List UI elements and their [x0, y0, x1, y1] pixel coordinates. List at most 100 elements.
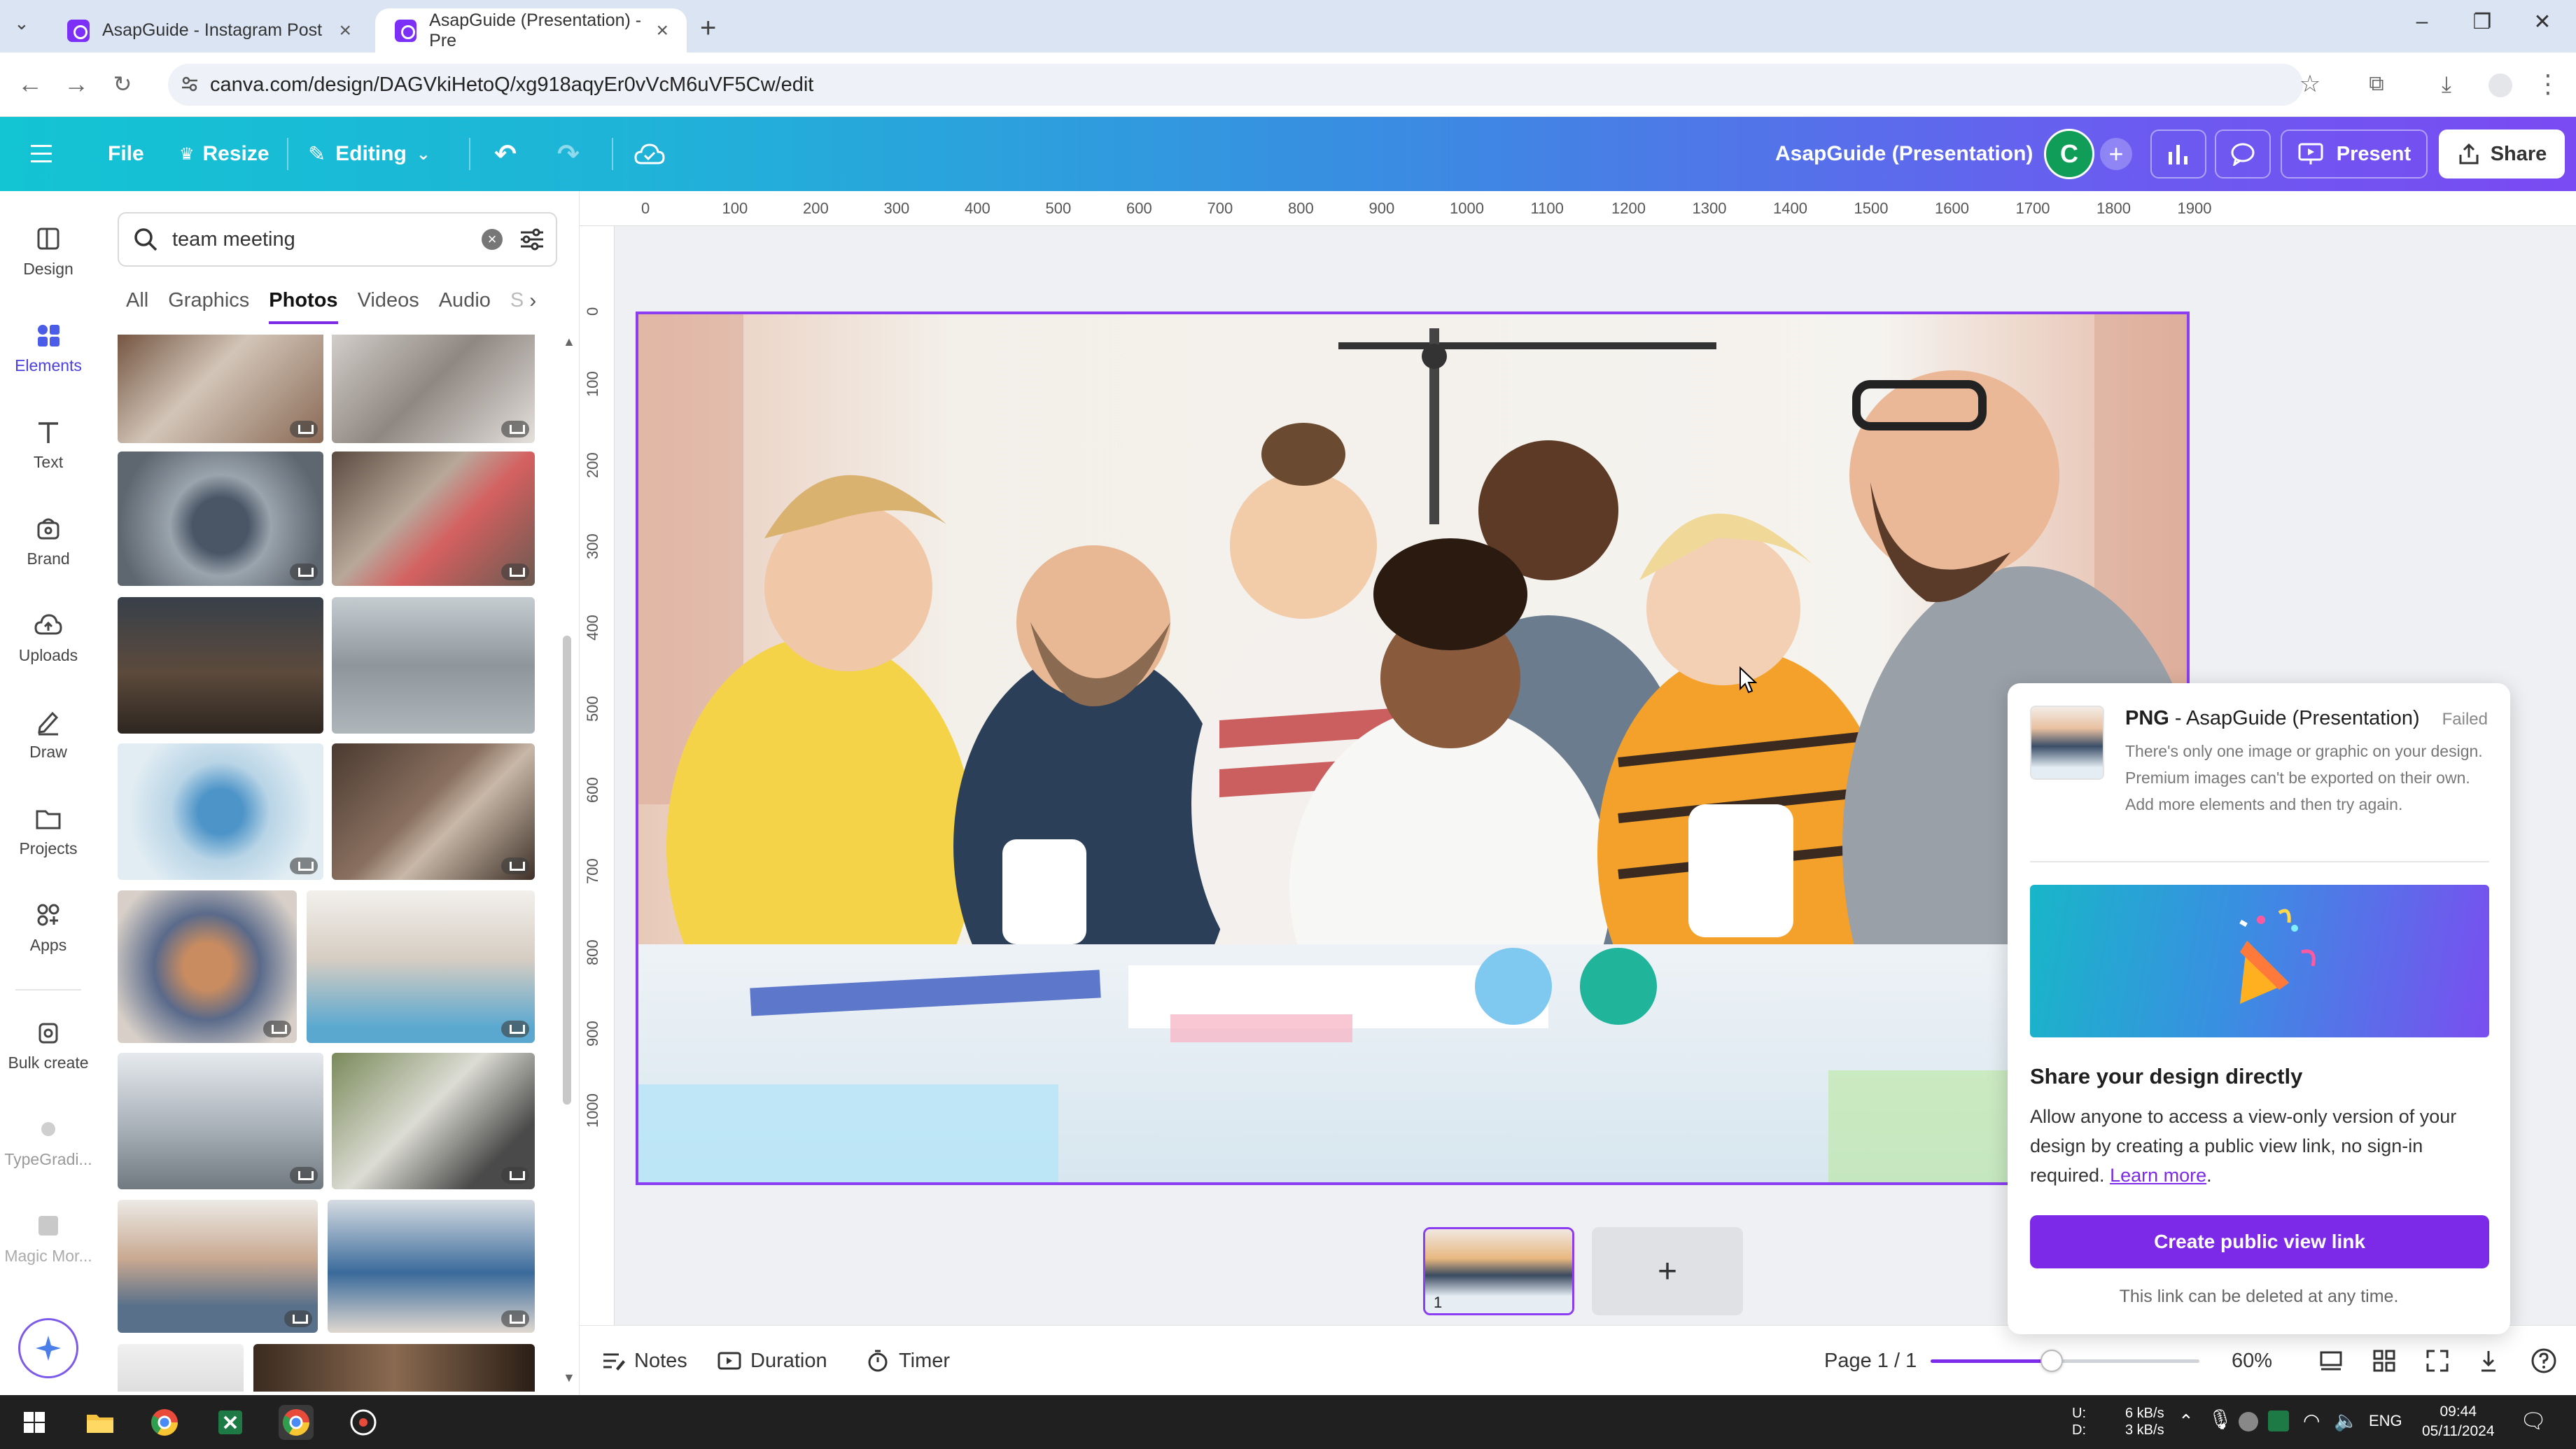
- editing-mode-button[interactable]: ✎ Editing ⌄: [308, 117, 430, 191]
- scroll-down-icon[interactable]: ▼: [563, 1371, 575, 1385]
- photo-result[interactable]: [332, 335, 535, 443]
- main-menu-icon[interactable]: [31, 117, 56, 191]
- sidebar-item-draw[interactable]: Draw: [0, 706, 97, 762]
- zoom-level[interactable]: 60%: [2232, 1326, 2272, 1396]
- language-indicator[interactable]: ENG: [2369, 1412, 2402, 1430]
- sidebar-item-brand[interactable]: Brand: [0, 513, 97, 568]
- photo-result[interactable]: [307, 890, 535, 1043]
- photo-result[interactable]: [118, 597, 323, 734]
- resize-button[interactable]: ♛ Resize: [179, 117, 270, 191]
- site-settings-icon[interactable]: [181, 75, 199, 93]
- clear-search-icon[interactable]: ×: [482, 229, 503, 250]
- zoom-slider[interactable]: [1931, 1350, 2199, 1372]
- file-menu-button[interactable]: File: [108, 117, 144, 191]
- download-icon[interactable]: ⤓: [2429, 66, 2464, 102]
- photo-result[interactable]: [118, 451, 323, 586]
- notes-button[interactable]: Notes: [601, 1326, 687, 1396]
- cloud-saved-icon[interactable]: [634, 117, 665, 191]
- document-title[interactable]: AsapGuide (Presentation): [1775, 117, 2033, 191]
- restore-icon[interactable]: ❐: [2461, 10, 2503, 34]
- invite-plus-icon[interactable]: +: [2100, 138, 2132, 170]
- chrome-icon[interactable]: [147, 1405, 182, 1440]
- close-window-icon[interactable]: ✕: [2521, 10, 2563, 34]
- sidebar-item-uploads[interactable]: Uploads: [0, 610, 97, 665]
- profile-avatar[interactable]: [2488, 74, 2512, 97]
- page-indicator[interactable]: Page 1 / 1: [1824, 1326, 1917, 1396]
- close-tab-icon[interactable]: ×: [339, 19, 351, 43]
- photo-result[interactable]: [118, 743, 323, 880]
- photo-result[interactable]: [118, 1200, 318, 1333]
- sidebar-item-design[interactable]: Design: [0, 223, 97, 279]
- browser-tab-presentation[interactable]: AsapGuide (Presentation) - Pre ×: [375, 8, 687, 52]
- chrome-active-icon[interactable]: [279, 1405, 314, 1440]
- photo-result[interactable]: [332, 743, 535, 880]
- sidebar-item-apps[interactable]: Apps: [0, 899, 97, 955]
- search-input[interactable]: team meeting: [172, 228, 482, 251]
- scrollbar-thumb[interactable]: [563, 636, 571, 1105]
- photo-result[interactable]: [118, 335, 323, 443]
- sidebar-item-elements[interactable]: Elements: [0, 320, 97, 375]
- add-page-button[interactable]: +: [1592, 1227, 1743, 1315]
- file-explorer-icon[interactable]: [83, 1405, 118, 1440]
- sidebar-item-typegradient[interactable]: TypeGradi...: [0, 1114, 97, 1169]
- zoom-slider-handle[interactable]: [2040, 1350, 2063, 1372]
- design-page[interactable]: [636, 312, 2190, 1185]
- sidebar-item-bulk-create[interactable]: Bulk create: [0, 1017, 97, 1072]
- search-box[interactable]: team meeting ×: [118, 212, 557, 267]
- chevron-right-icon[interactable]: ›: [529, 289, 536, 324]
- team-meeting-photo[interactable]: [638, 314, 2190, 1185]
- tray-excel-icon[interactable]: [2268, 1410, 2289, 1432]
- grid-view-icon[interactable]: [2372, 1326, 2397, 1396]
- photo-result[interactable]: [253, 1344, 535, 1392]
- photo-result[interactable]: [332, 597, 535, 734]
- help-icon[interactable]: [2530, 1326, 2558, 1396]
- magic-assistant-button[interactable]: [18, 1318, 78, 1378]
- url-field[interactable]: canva.com/design/DAGVkiHetoQ/xg918aqyEr0…: [168, 64, 2303, 106]
- create-public-view-link-button[interactable]: Create public view link: [2030, 1215, 2489, 1268]
- excel-icon[interactable]: [213, 1405, 248, 1440]
- photo-result[interactable]: [332, 1053, 535, 1189]
- photo-result[interactable]: [118, 1053, 323, 1189]
- tab-all[interactable]: All: [126, 289, 148, 324]
- timer-button[interactable]: Timer: [865, 1326, 950, 1396]
- sidebar-item-magic-morph[interactable]: Magic Mor...: [0, 1210, 97, 1266]
- photo-result[interactable]: [118, 890, 297, 1043]
- wifi-icon[interactable]: ◠: [2303, 1409, 2320, 1432]
- tray-app-icon[interactable]: [2239, 1412, 2258, 1432]
- extensions-icon[interactable]: ⧉: [2359, 66, 2394, 102]
- browser-menu-icon[interactable]: ⋮: [2530, 66, 2566, 102]
- scroll-up-icon[interactable]: ▲: [563, 335, 575, 349]
- sidebar-item-projects[interactable]: Projects: [0, 803, 97, 858]
- tab-photos[interactable]: Photos: [269, 289, 338, 324]
- collapse-down-icon[interactable]: [2478, 1326, 2499, 1396]
- reload-icon[interactable]: ↻: [105, 66, 140, 102]
- page-thumbnail[interactable]: 1: [1423, 1227, 1574, 1315]
- notifications-icon[interactable]: 🗨: [2520, 1409, 2547, 1434]
- close-tab-icon[interactable]: ×: [656, 19, 668, 43]
- clock[interactable]: 09:44 05/11/2024: [2422, 1402, 2495, 1441]
- photo-result[interactable]: [328, 1200, 535, 1333]
- present-button[interactable]: Present: [2281, 130, 2428, 178]
- panel-scrollbar[interactable]: ▲ ▼: [560, 335, 575, 1392]
- undo-icon[interactable]: ↶: [494, 117, 517, 191]
- minimize-icon[interactable]: –: [2401, 10, 2443, 34]
- volume-icon[interactable]: 🔈: [2334, 1409, 2358, 1432]
- comment-icon[interactable]: [2215, 130, 2271, 178]
- bookmark-star-icon[interactable]: ☆: [2292, 66, 2328, 102]
- user-avatar[interactable]: C: [2044, 129, 2094, 179]
- tab-list-dropdown-icon[interactable]: ⌄: [14, 13, 39, 38]
- tab-more-truncated[interactable]: S: [510, 289, 524, 324]
- back-icon[interactable]: ←: [13, 66, 48, 102]
- duration-button[interactable]: Duration: [717, 1326, 827, 1396]
- notes-view-icon[interactable]: [2318, 1326, 2344, 1396]
- microphone-icon[interactable]: 🎙: [2208, 1408, 2233, 1431]
- tab-videos[interactable]: Videos: [358, 289, 419, 324]
- new-tab-icon[interactable]: +: [700, 13, 716, 44]
- learn-more-link[interactable]: Learn more: [2110, 1165, 2206, 1186]
- sidebar-item-text[interactable]: Text: [0, 416, 97, 472]
- photo-result[interactable]: [332, 451, 535, 586]
- browser-tab-instagram-post[interactable]: AsapGuide - Instagram Post ×: [48, 8, 370, 52]
- insights-chart-icon[interactable]: [2150, 130, 2206, 178]
- share-button[interactable]: Share: [2439, 130, 2565, 178]
- screen-recorder-icon[interactable]: [346, 1405, 381, 1440]
